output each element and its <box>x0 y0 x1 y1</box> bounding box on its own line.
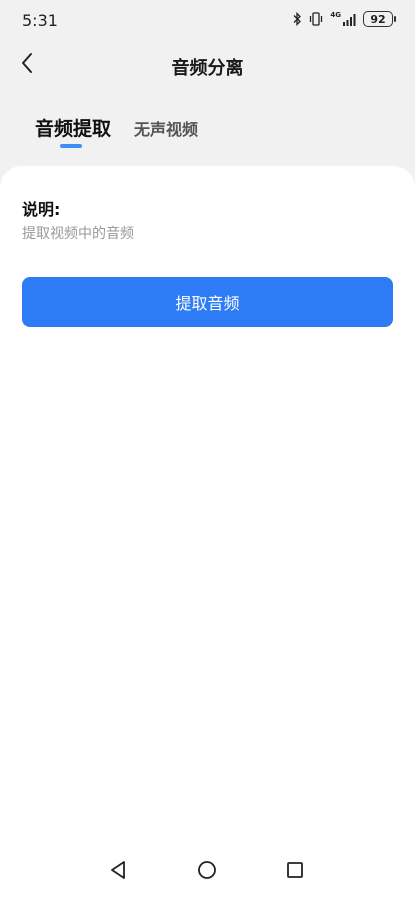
tab-extract-audio[interactable]: 音频提取 <box>35 114 111 141</box>
nav-recents-button[interactable] <box>277 854 313 890</box>
status-time: 5:31 <box>22 11 58 30</box>
content-card: 说明: 提取视频中的音频 提取音频 <box>0 166 415 900</box>
tab-label: 无声视频 <box>134 120 199 139</box>
home-circle-icon <box>197 860 217 884</box>
description-text: 提取视频中的音频 <box>22 226 134 242</box>
tab-active-indicator <box>60 144 82 148</box>
header: 音频分离 <box>0 40 415 90</box>
battery-icon: 92 <box>363 11 396 27</box>
nav-home-button[interactable] <box>189 854 225 890</box>
status-bar: 5:31 4G 92 <box>0 0 415 40</box>
vibrate-icon <box>308 12 324 26</box>
status-icons: 4G 92 <box>292 11 396 27</box>
page-title: 音频分离 <box>171 58 244 79</box>
tab-bar: 音频提取 无声视频 <box>0 108 415 153</box>
back-triangle-icon <box>109 860 127 884</box>
description-title: 说明: <box>22 200 61 219</box>
tab-label: 音频提取 <box>35 118 112 140</box>
network-type-label: 4G <box>330 11 341 19</box>
extract-audio-button[interactable]: 提取音频 <box>22 277 393 327</box>
bluetooth-icon <box>292 12 302 26</box>
signal-icon <box>343 13 357 26</box>
recents-square-icon <box>286 861 304 883</box>
system-nav-bar <box>0 844 415 900</box>
tab-silent-video[interactable]: 无声视频 <box>134 114 198 140</box>
nav-back-button[interactable] <box>100 854 136 890</box>
